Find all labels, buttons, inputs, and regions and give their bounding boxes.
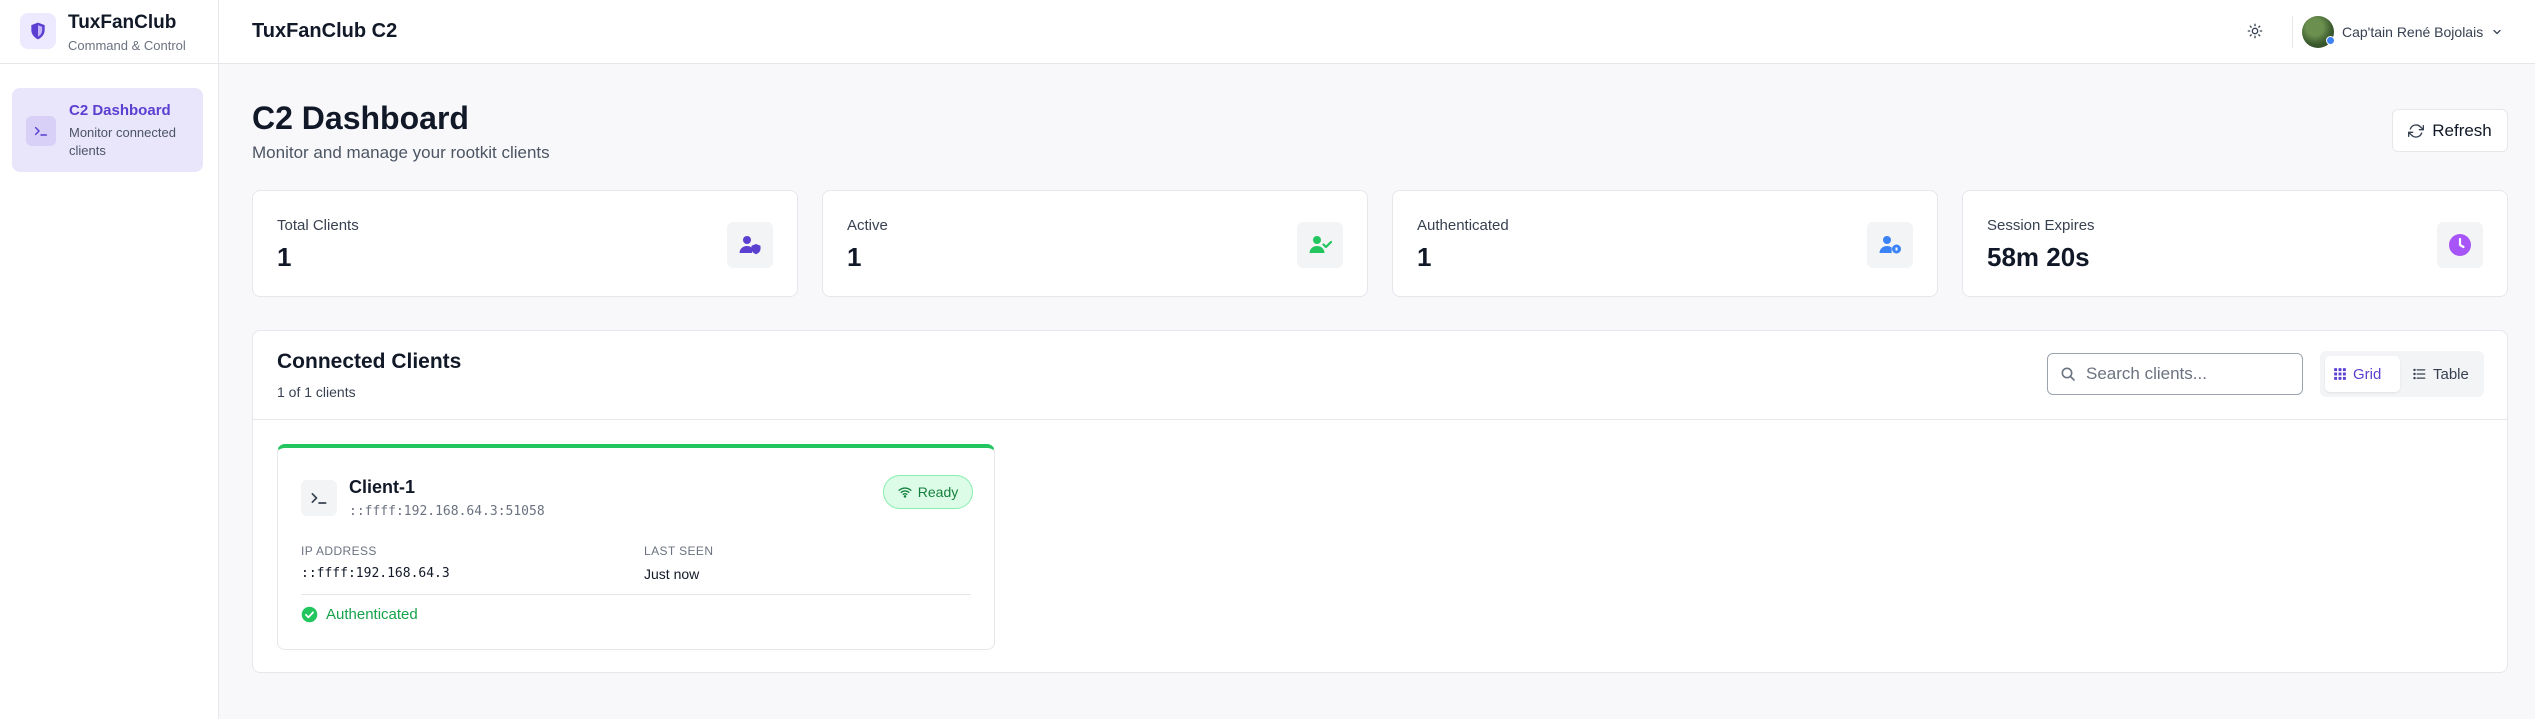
view-table-label: Table [2433,365,2469,383]
avatar [2302,16,2335,48]
refresh-button[interactable]: Refresh [2392,109,2508,152]
sidebar-item-description: Monitor connected clients [69,125,176,158]
sidebar-item-label: C2 Dashboard [69,102,171,119]
terminal-icon [26,116,56,146]
connected-clients-panel: Connected Clients 1 of 1 clients Grid Ta… [252,330,2508,673]
panel-header: Connected Clients 1 of 1 clients Grid Ta… [253,331,2507,420]
stat-label: Authenticated [1417,217,1509,234]
user-check-icon [1297,222,1343,268]
user-name: Cap'tain René Bojolais [2342,24,2484,40]
card-divider [301,594,971,595]
list-icon [2413,368,2426,380]
view-grid-button[interactable]: Grid [2325,356,2400,392]
search-input[interactable] [2086,364,2286,384]
status-dot [2326,36,2335,45]
check-circle-icon [301,606,318,623]
users-shield-icon [727,222,773,268]
view-grid-label: Grid [2353,365,2382,383]
search-box[interactable] [2047,353,2303,395]
page-title: C2 Dashboard [252,100,469,136]
brand-title: TuxFanClub [68,12,177,33]
user-lock-icon [1867,222,1913,268]
shield-logo-icon [20,13,56,49]
client-card[interactable]: Client-1 ::ffff:192.168.64.3:51058 Ready… [277,444,995,650]
client-name: Client-1 [349,477,416,497]
grid-icon [2334,368,2346,380]
ip-address-value: ::ffff:192.168.64.3 [301,566,450,581]
client-count: 1 of 1 clients [277,384,356,400]
ip-address-label: IP ADDRESS [301,544,377,558]
auth-status: Authenticated [301,606,418,623]
user-menu[interactable]: Cap'tain René Bojolais [2302,15,2503,49]
wifi-icon [898,487,912,498]
view-toggle: Grid Table [2320,351,2484,397]
stat-card-session-expires: Session Expires 58m 20s [1962,190,2508,297]
page-subtitle: Monitor and manage your rootkit clients [252,143,550,162]
topbar-divider [2292,16,2293,48]
stat-label: Total Clients [277,217,359,234]
chevron-down-icon [2493,29,2501,35]
stat-card-active: Active 1 [822,190,1368,297]
sidebar: TuxFanClub Command & Control C2 Dashboar… [0,0,219,719]
status-badge: Ready [883,475,973,509]
stat-card-total-clients: Total Clients 1 [252,190,798,297]
stat-value: 1 [1417,242,1432,272]
stat-value: 1 [277,242,292,272]
last-seen-label: LAST SEEN [644,544,714,558]
brand-header: TuxFanClub Command & Control [0,0,219,64]
stat-value: 1 [847,242,862,272]
refresh-label: Refresh [2432,120,2492,140]
search-icon [2061,367,2075,381]
auth-status-label: Authenticated [326,606,418,623]
stat-card-authenticated: Authenticated 1 [1392,190,1938,297]
sidebar-item-c2-dashboard[interactable]: C2 Dashboard Monitor connected clients [12,88,203,172]
stat-value: 58m 20s [1987,242,2090,272]
stat-label: Active [847,217,888,234]
app-title: TuxFanClub C2 [252,20,398,42]
refresh-icon [2408,123,2425,138]
clock-icon [2437,222,2483,268]
terminal-icon [301,480,337,516]
client-address: ::ffff:192.168.64.3:51058 [349,504,545,519]
topbar: TuxFanClub C2 Cap'tain René Bojolais [219,0,2535,64]
panel-title: Connected Clients [277,350,462,373]
status-label: Ready [917,484,959,500]
last-seen-value: Just now [644,566,700,582]
view-table-button[interactable]: Table [2404,356,2477,392]
sun-icon [2247,23,2263,39]
theme-toggle-button[interactable] [2242,18,2268,44]
brand-subtitle: Command & Control [68,38,186,53]
stat-label: Session Expires [1987,217,2095,234]
